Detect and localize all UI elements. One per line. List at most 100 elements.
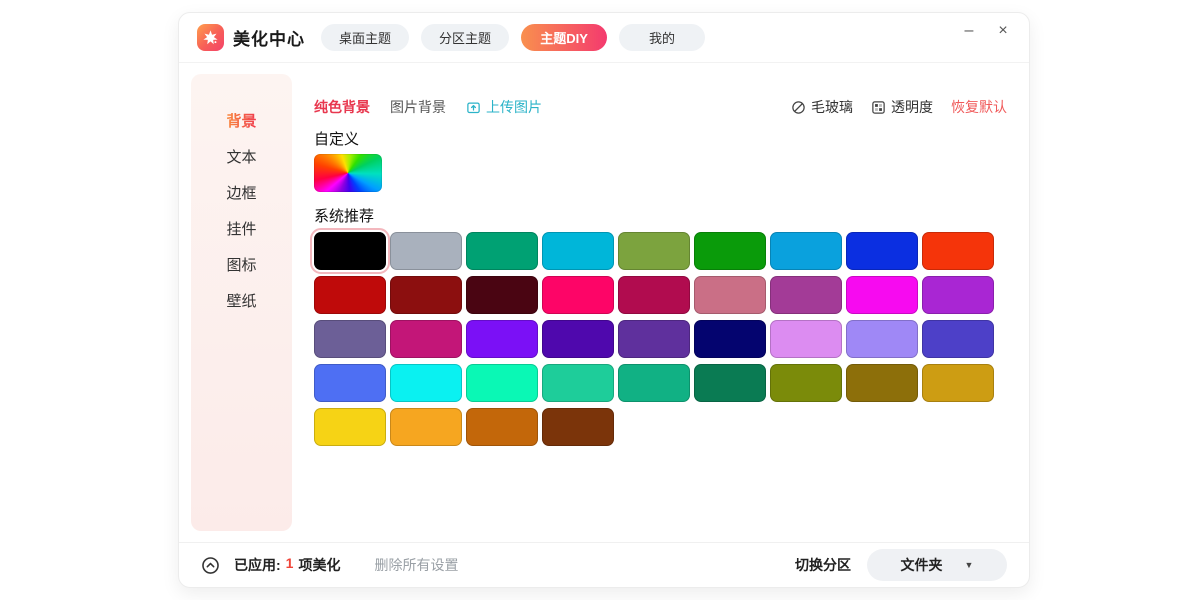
applied-prefix: 已应用: [234, 555, 281, 575]
chevron-down-icon: ▼ [965, 560, 974, 570]
color-swatch[interactable] [922, 320, 994, 358]
color-swatch[interactable] [542, 364, 614, 402]
color-swatch[interactable] [618, 232, 690, 270]
color-swatch[interactable] [466, 364, 538, 402]
expand-applied-button[interactable] [201, 556, 220, 575]
sidebar: 背景 文本 边框 挂件 图标 壁纸 [191, 74, 292, 531]
color-swatch[interactable] [314, 320, 386, 358]
sidebar-item-wallpaper[interactable]: 壁纸 [191, 282, 292, 318]
background-type-row: 纯色背景 图片背景 上传图片 [314, 96, 542, 118]
sidebar-item-label: 壁纸 [226, 290, 256, 311]
color-swatch[interactable] [618, 320, 690, 358]
color-swatch[interactable] [390, 364, 462, 402]
color-swatch[interactable] [314, 276, 386, 314]
tab-label: 我的 [649, 28, 675, 47]
applied-count: 1 [286, 555, 294, 575]
tab-label: 分区主题 [439, 28, 491, 47]
color-swatch[interactable] [466, 276, 538, 314]
sidebar-item-label: 边框 [226, 182, 256, 203]
color-swatch[interactable] [466, 232, 538, 270]
color-swatch[interactable] [770, 320, 842, 358]
bg-type-solid-color[interactable]: 纯色背景 [314, 97, 370, 117]
nav-tabs: 桌面主题 分区主题 主题DIY 我的 [321, 24, 705, 51]
sidebar-item-widget[interactable]: 挂件 [191, 210, 292, 246]
sidebar-item-label: 挂件 [226, 218, 256, 239]
sidebar-item-text[interactable]: 文本 [191, 138, 292, 174]
custom-color-picker-swatch[interactable] [314, 154, 382, 192]
footer-left: 已应用: 1 项美化 删除所有设置 [201, 555, 458, 575]
sidebar-item-icon[interactable]: 图标 [191, 246, 292, 282]
recommended-section-label: 系统推荐 [314, 205, 374, 226]
color-swatch[interactable] [846, 232, 918, 270]
color-swatch[interactable] [694, 232, 766, 270]
partition-dropdown[interactable]: 文件夹 ▼ [867, 549, 1007, 581]
sidebar-item-border[interactable]: 边框 [191, 174, 292, 210]
app-title: 美化中心 [233, 25, 305, 50]
switch-partition-label: 切换分区 [795, 555, 851, 575]
header: 美化中心 桌面主题 分区主题 主题DIY 我的 – × [179, 13, 1029, 63]
upload-image-button[interactable]: 上传图片 [466, 97, 542, 117]
color-swatch[interactable] [922, 276, 994, 314]
color-swatch[interactable] [390, 408, 462, 446]
custom-section-label: 自定义 [314, 128, 359, 149]
options-row: 毛玻璃 透明度 恢复默认 [791, 96, 1007, 118]
color-swatch[interactable] [846, 320, 918, 358]
color-swatch[interactable] [390, 276, 462, 314]
sidebar-item-label: 背景 [226, 110, 256, 131]
tab-label: 主题DIY [540, 28, 588, 47]
color-swatch[interactable] [314, 364, 386, 402]
tab-label: 桌面主题 [339, 28, 391, 47]
upload-icon [466, 100, 481, 115]
frosted-glass-toggle[interactable]: 毛玻璃 [791, 97, 853, 117]
color-swatch[interactable] [618, 364, 690, 402]
upload-label: 上传图片 [486, 97, 542, 117]
app-identity: 美化中心 [197, 24, 305, 51]
tab-theme-diy[interactable]: 主题DIY [521, 24, 607, 51]
sidebar-item-label: 图标 [226, 254, 256, 275]
color-swatch[interactable] [466, 320, 538, 358]
opacity-label: 透明度 [891, 97, 933, 117]
color-swatch[interactable] [770, 232, 842, 270]
color-swatch[interactable] [922, 232, 994, 270]
color-swatch[interactable] [466, 408, 538, 446]
color-swatch[interactable] [542, 320, 614, 358]
tab-desktop-theme[interactable]: 桌面主题 [321, 24, 409, 51]
color-swatch[interactable] [846, 364, 918, 402]
restore-default-button[interactable]: 恢复默认 [951, 97, 1007, 117]
opacity-toggle[interactable]: 透明度 [871, 97, 933, 117]
color-swatch[interactable] [694, 276, 766, 314]
sidebar-item-label: 文本 [226, 146, 256, 167]
frosted-glass-icon [791, 100, 806, 115]
minimize-button[interactable]: – [959, 21, 979, 41]
color-swatch[interactable] [542, 232, 614, 270]
frosted-glass-label: 毛玻璃 [811, 97, 853, 117]
opacity-icon [871, 100, 886, 115]
color-swatch[interactable] [618, 276, 690, 314]
beautify-center-window: 美化中心 桌面主题 分区主题 主题DIY 我的 – × 背景 文本 边框 挂件 … [178, 12, 1030, 588]
color-swatch[interactable] [542, 276, 614, 314]
color-swatch[interactable] [694, 320, 766, 358]
window-controls: – × [959, 21, 1013, 41]
color-grid [314, 232, 998, 446]
footer-right: 切换分区 文件夹 ▼ [795, 549, 1007, 581]
footer-bar: 已应用: 1 项美化 删除所有设置 切换分区 文件夹 ▼ [179, 542, 1029, 587]
color-swatch[interactable] [314, 232, 386, 270]
delete-all-settings-button[interactable]: 删除所有设置 [374, 555, 458, 575]
color-swatch[interactable] [922, 364, 994, 402]
close-button[interactable]: × [993, 21, 1013, 41]
color-swatch[interactable] [390, 320, 462, 358]
tab-mine[interactable]: 我的 [619, 24, 705, 51]
color-swatch[interactable] [770, 276, 842, 314]
color-swatch[interactable] [542, 408, 614, 446]
tab-partition-theme[interactable]: 分区主题 [421, 24, 509, 51]
applied-status: 已应用: 1 项美化 [234, 555, 340, 575]
app-logo-icon [197, 24, 224, 51]
color-swatch[interactable] [770, 364, 842, 402]
bg-type-image[interactable]: 图片背景 [390, 97, 446, 117]
color-swatch[interactable] [694, 364, 766, 402]
color-swatch[interactable] [314, 408, 386, 446]
sidebar-item-background[interactable]: 背景 [191, 102, 292, 138]
color-swatch[interactable] [390, 232, 462, 270]
partition-dropdown-value: 文件夹 [901, 555, 943, 575]
color-swatch[interactable] [846, 276, 918, 314]
